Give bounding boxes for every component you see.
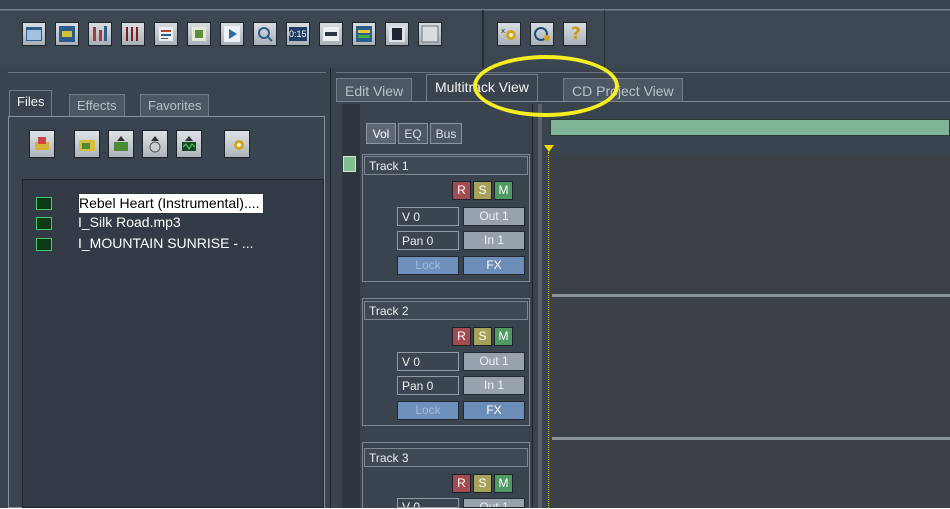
menu-strip [0,0,950,10]
track-1-volume[interactable]: V 0 [397,207,459,226]
track-1-fx-button[interactable]: FX [463,256,525,275]
tab-effects[interactable]: Effects [69,94,125,116]
open-file-icon [35,137,49,150]
audio-file-icon [36,217,52,230]
playhead-marker-icon[interactable] [544,145,554,152]
audio-file-icon [36,238,52,251]
organizer-settings-button[interactable] [224,130,250,158]
play-button[interactable] [220,22,244,46]
track-2-solo-button[interactable]: S [473,327,492,346]
toolbar-divider [482,10,484,68]
track-1-solo-button[interactable]: S [473,181,492,200]
track-2-input[interactable]: In 1 [463,376,525,395]
sequencer-icon [59,26,75,42]
file-item-3[interactable]: I_MOUNTAIN SUNRISE - ... [78,234,254,253]
insert-waveform-button[interactable] [176,130,202,158]
track-2-lock-button[interactable]: Lock [397,401,459,420]
track-3-mute-button[interactable]: M [494,474,513,493]
insert-wave-icon [182,136,196,151]
panel-splitter[interactable] [538,104,542,508]
folder-icon [79,140,95,151]
track-1-name[interactable]: Track 1 [364,156,528,175]
track-2-output[interactable]: Out 1 [463,352,525,371]
meters-icon [323,27,339,41]
list-icon [159,27,173,41]
scripts-icon [534,27,550,41]
track-2-fx-button[interactable]: FX [463,401,525,420]
svg-text:x: x [501,27,505,35]
mixer-icon [126,27,138,41]
blank-icon [421,25,439,43]
insert-track-button[interactable] [108,130,134,158]
audio-file-icon [36,197,52,210]
import-button[interactable] [74,130,100,158]
track-3-volume[interactable]: V 0 [397,498,459,508]
track-1-input[interactable]: In 1 [463,231,525,250]
track-1-record-button[interactable]: R [452,181,471,200]
tab-favorites[interactable]: Favorites [140,94,210,116]
levels-icon [93,26,107,41]
zoom-icon [258,27,273,42]
open-file-button[interactable] [29,130,55,158]
cd-icon [192,27,206,41]
list-button[interactable] [154,22,178,46]
tab-files[interactable]: Files [9,90,53,116]
clips-icon [389,26,405,42]
spectrum-button[interactable] [352,22,376,46]
settings-gear-icon [234,140,244,150]
track-1-lane[interactable] [552,154,950,294]
panel-gripper[interactable] [8,72,326,75]
mixer-button[interactable] [121,22,145,46]
toolbar-divider-2 [604,10,605,68]
tab-eq[interactable]: EQ [398,123,428,144]
insert-cd-button[interactable] [142,130,168,158]
help-button[interactable]: ? [563,22,587,46]
levels-button[interactable] [88,22,112,46]
track-2-record-button[interactable]: R [452,327,471,346]
track-3-output[interactable]: Out 1 [463,498,525,508]
track-3-solo-button[interactable]: S [473,474,492,493]
timeline-ruler[interactable] [550,119,950,136]
track-2-mute-button[interactable]: M [494,327,513,346]
file-item-2[interactable]: I_Silk Road.mp3 [78,213,181,232]
track-2-pan[interactable]: Pan 0 [397,376,459,395]
time-display-button[interactable]: 0:15 [286,22,310,46]
waveform-view-button[interactable] [22,22,46,46]
spectrum-icon [356,26,372,42]
track-1-pan[interactable]: Pan 0 [397,231,459,250]
blank-button[interactable] [418,22,442,46]
track-3-record-button[interactable]: R [452,474,471,493]
cd-insert-icon [149,136,161,153]
meters-button[interactable] [319,22,343,46]
file-item-1[interactable]: Rebel Heart (Instrumental).... [78,193,264,214]
waveform-view-icon [26,27,42,41]
settings-icon: x [501,27,516,40]
track-3-name[interactable]: Track 3 [364,448,528,467]
track-1-mute-button[interactable]: M [494,181,513,200]
tab-vol[interactable]: Vol [366,123,396,144]
help-icon: ? [571,24,581,44]
highlight-ellipse [473,55,619,117]
tab-edit-view[interactable]: Edit View [336,78,413,102]
cd-button[interactable] [187,22,211,46]
play-icon [224,26,240,42]
track-3-lane[interactable] [552,440,950,508]
settings-button[interactable]: x [497,22,521,46]
track-2-volume[interactable]: V 0 [397,352,459,371]
insert-icon [114,136,128,151]
track-1-output[interactable]: Out 1 [463,207,525,226]
sequencer-button[interactable] [55,22,79,46]
scripts-button[interactable] [530,22,554,46]
track-2-name[interactable]: Track 2 [364,301,528,320]
track-1-lock-button[interactable]: Lock [397,256,459,275]
time-display-label: 0:15 [289,29,307,39]
clips-button[interactable] [385,22,409,46]
playhead-line [548,152,549,508]
tab-bus[interactable]: Bus [430,123,462,144]
zoom-button[interactable] [253,22,277,46]
track-1-selector[interactable] [343,156,356,172]
track-2-lane[interactable] [552,297,950,437]
